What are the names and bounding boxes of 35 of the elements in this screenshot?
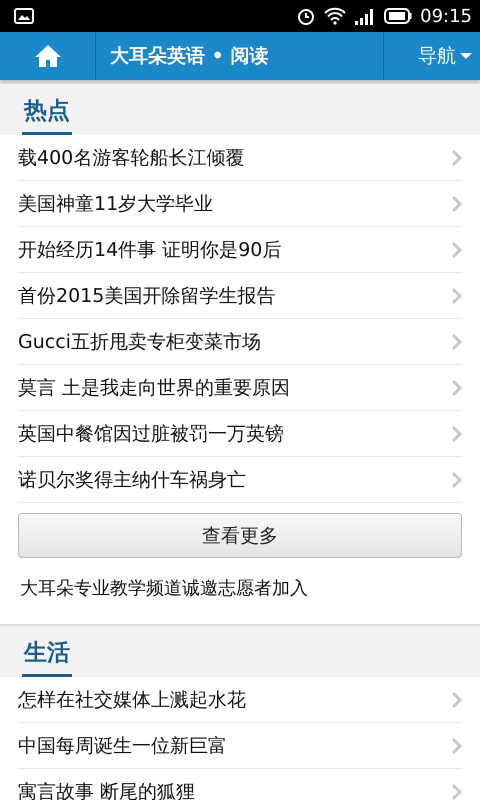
- news-item[interactable]: 美国神童11岁大学毕业: [18, 181, 462, 227]
- news-item[interactable]: 开始经历14件事 证明你是90后: [18, 227, 462, 273]
- wifi-icon: [324, 7, 346, 25]
- news-item[interactable]: Gucci五折甩卖专柜变菜市场: [18, 319, 462, 365]
- view-more-button[interactable]: 查看更多: [18, 513, 462, 558]
- caret-icon: [460, 52, 472, 60]
- chevron-icon: [452, 196, 462, 212]
- news-item[interactable]: 首份2015美国开除留学生报告: [18, 273, 462, 319]
- news-item[interactable]: 莫言 土是我走向世界的重要原因: [18, 365, 462, 411]
- news-item[interactable]: 诺贝尔奖得主纳什车祸身亡: [18, 457, 462, 503]
- news-item[interactable]: 寓言故事 断尾的狐狸: [18, 769, 462, 800]
- chevron-icon: [452, 426, 462, 442]
- alarm-icon: [296, 6, 316, 26]
- chevron-icon: [452, 472, 462, 488]
- image-icon: [14, 8, 34, 24]
- chevron-icon: [452, 288, 462, 304]
- news-item[interactable]: 怎样在社交媒体上溅起水花: [18, 677, 462, 723]
- battery-icon: [384, 8, 412, 24]
- clock-time: 09:15: [420, 6, 472, 26]
- app-title: 大耳朵英语 • 阅读: [110, 44, 268, 69]
- notice-link[interactable]: 大耳朵专业教学频道诚邀志愿者加入: [0, 558, 480, 624]
- navigation-menu-button[interactable]: 导航: [384, 32, 480, 80]
- chevron-icon: [452, 784, 462, 800]
- chevron-icon: [452, 738, 462, 754]
- section-title: 生活: [22, 637, 72, 677]
- chevron-icon: [452, 150, 462, 166]
- news-item[interactable]: 中国每周诞生一位新巨富: [18, 723, 462, 769]
- news-item[interactable]: 英国中餐馆因过脏被罚一万英镑: [18, 411, 462, 457]
- section-title: 热点: [22, 95, 72, 135]
- chevron-icon: [452, 242, 462, 258]
- chevron-icon: [452, 692, 462, 708]
- home-icon[interactable]: [34, 44, 62, 68]
- news-item[interactable]: 载400名游客轮船长江倾覆: [18, 135, 462, 181]
- chevron-icon: [452, 334, 462, 350]
- chevron-icon: [452, 380, 462, 396]
